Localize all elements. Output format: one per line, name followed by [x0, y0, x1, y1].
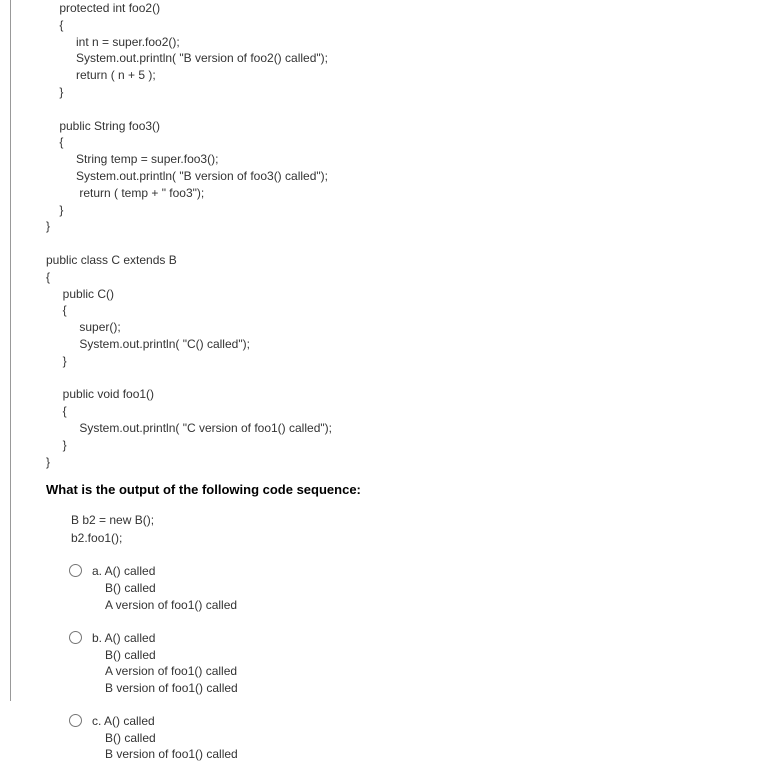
option-a-content: a. A() calledB() calledA version of foo1…	[92, 563, 237, 613]
option-a[interactable]: a. A() calledB() calledA version of foo1…	[64, 563, 766, 613]
answer-options: a. A() calledB() calledA version of foo1…	[64, 563, 766, 763]
option-b[interactable]: b. A() calledB() calledA version of foo1…	[64, 630, 766, 697]
code-snippet-line: b2.foo1();	[71, 529, 766, 547]
question-container: protected int foo2() { int n = super.foo…	[10, 0, 766, 701]
radio-option-c[interactable]	[69, 714, 82, 727]
option-c-content: c. A() calledB() calledB version of foo1…	[92, 713, 238, 763]
code-listing: protected int foo2() { int n = super.foo…	[46, 0, 766, 470]
radio-option-a[interactable]	[69, 564, 82, 577]
code-snippet-line: B b2 = new B();	[71, 511, 766, 529]
option-c[interactable]: c. A() calledB() calledB version of foo1…	[64, 713, 766, 763]
option-b-content: b. A() calledB() calledA version of foo1…	[92, 630, 238, 697]
radio-option-b[interactable]	[69, 631, 82, 644]
question-prompt: What is the output of the following code…	[46, 482, 766, 497]
code-snippet: B b2 = new B(); b2.foo1();	[71, 511, 766, 547]
